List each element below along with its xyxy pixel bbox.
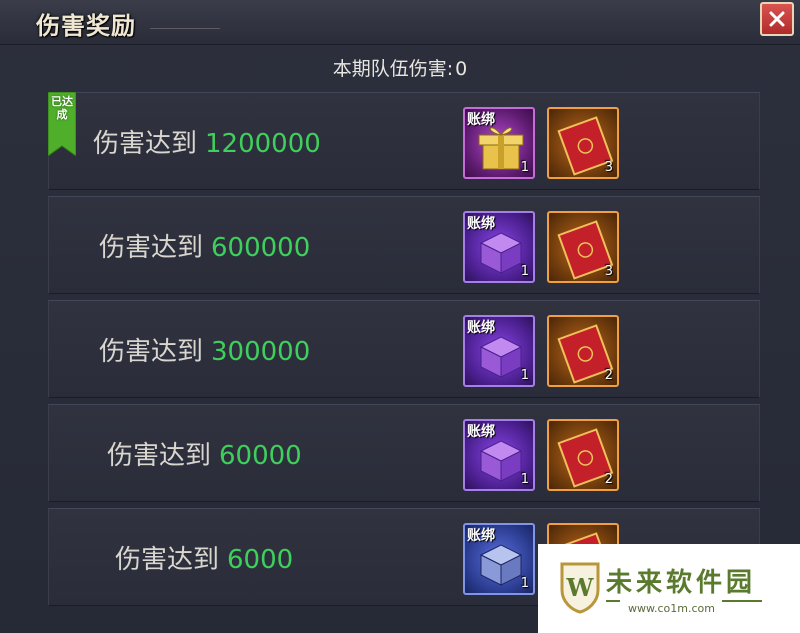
item-count: 3 — [604, 160, 613, 175]
achieved-badge: 已达成 — [48, 92, 76, 156]
reward-threshold: 1200000 — [205, 129, 321, 159]
reward-item-chest[interactable]: 账绑 1 — [463, 211, 535, 283]
close-button[interactable] — [760, 2, 794, 36]
reward-threshold: 60000 — [219, 441, 302, 471]
reward-label-text: 伤害达到 — [99, 337, 204, 367]
reward-item-chest[interactable]: 账绑 1 — [463, 419, 535, 491]
shield-logo-icon: W — [560, 562, 600, 614]
item-count: 2 — [604, 472, 613, 487]
reward-label-text: 伤害达到 — [107, 441, 212, 471]
bind-label: 账绑 — [467, 320, 495, 336]
watermark: W 未来软件园 www.co1m.com — [538, 544, 800, 633]
item-count: 1 — [520, 576, 529, 591]
achieved-badge-text: 已达成 — [51, 95, 73, 121]
bind-label: 账绑 — [467, 424, 495, 440]
reward-row: 伤害达到 600000 账绑 1 3 — [48, 196, 760, 294]
reward-item-gift-box[interactable]: 账绑 1 — [463, 107, 535, 179]
reward-label: 伤害达到 300000 — [99, 331, 310, 368]
title-bar: 伤害奖励 — [0, 0, 800, 45]
watermark-logo-letter: W — [566, 573, 595, 602]
reward-item-red-ticket[interactable]: 3 — [547, 107, 619, 179]
reward-item-chest[interactable]: 账绑 1 — [463, 315, 535, 387]
reward-list: 伤害达到 1200000 账绑 1 3 伤害达到 600000 账绑 1 3 伤… — [48, 92, 760, 606]
watermark-rule — [722, 600, 762, 602]
team-damage-summary: 本期队伍伤害: 0 — [0, 52, 800, 86]
reward-label-text: 伤害达到 — [99, 233, 204, 263]
reward-threshold: 300000 — [211, 337, 311, 367]
bind-label: 账绑 — [467, 216, 495, 232]
item-count: 1 — [520, 368, 529, 383]
reward-label: 伤害达到 6000 — [115, 539, 293, 576]
reward-label: 伤害达到 600000 — [99, 227, 310, 264]
title-ornament — [150, 14, 220, 29]
reward-item-red-ticket[interactable]: 2 — [547, 315, 619, 387]
reward-panel: 伤害奖励 本期队伍伤害: 0 伤害达到 1200000 账绑 1 3 伤害达到 … — [0, 0, 800, 633]
window-title: 伤害奖励 — [36, 11, 136, 40]
watermark-text: 未来软件园 — [606, 568, 757, 598]
reward-label-text: 伤害达到 — [115, 545, 220, 575]
close-icon — [769, 11, 785, 27]
reward-item-chest[interactable]: 账绑 1 — [463, 523, 535, 595]
team-damage-value: 0 — [455, 58, 468, 80]
watermark-url: www.co1m.com — [628, 602, 715, 615]
item-count: 3 — [604, 264, 613, 279]
reward-item-red-ticket[interactable]: 3 — [547, 211, 619, 283]
reward-row: 伤害达到 60000 账绑 1 2 — [48, 404, 760, 502]
bind-label: 账绑 — [467, 528, 495, 544]
reward-label: 伤害达到 1200000 — [93, 123, 321, 160]
item-count: 1 — [520, 160, 529, 175]
item-count: 1 — [520, 264, 529, 279]
item-count: 2 — [604, 368, 613, 383]
team-damage-label: 本期队伍伤害: — [332, 58, 454, 80]
reward-item-red-ticket[interactable]: 2 — [547, 419, 619, 491]
reward-threshold: 600000 — [211, 233, 311, 263]
item-count: 1 — [520, 472, 529, 487]
reward-label-text: 伤害达到 — [93, 129, 198, 159]
reward-row: 伤害达到 1200000 账绑 1 3 — [48, 92, 760, 190]
reward-row: 伤害达到 300000 账绑 1 2 — [48, 300, 760, 398]
watermark-rule — [606, 600, 620, 602]
reward-label: 伤害达到 60000 — [107, 435, 302, 472]
reward-threshold: 6000 — [227, 545, 294, 575]
bind-label: 账绑 — [467, 112, 495, 128]
